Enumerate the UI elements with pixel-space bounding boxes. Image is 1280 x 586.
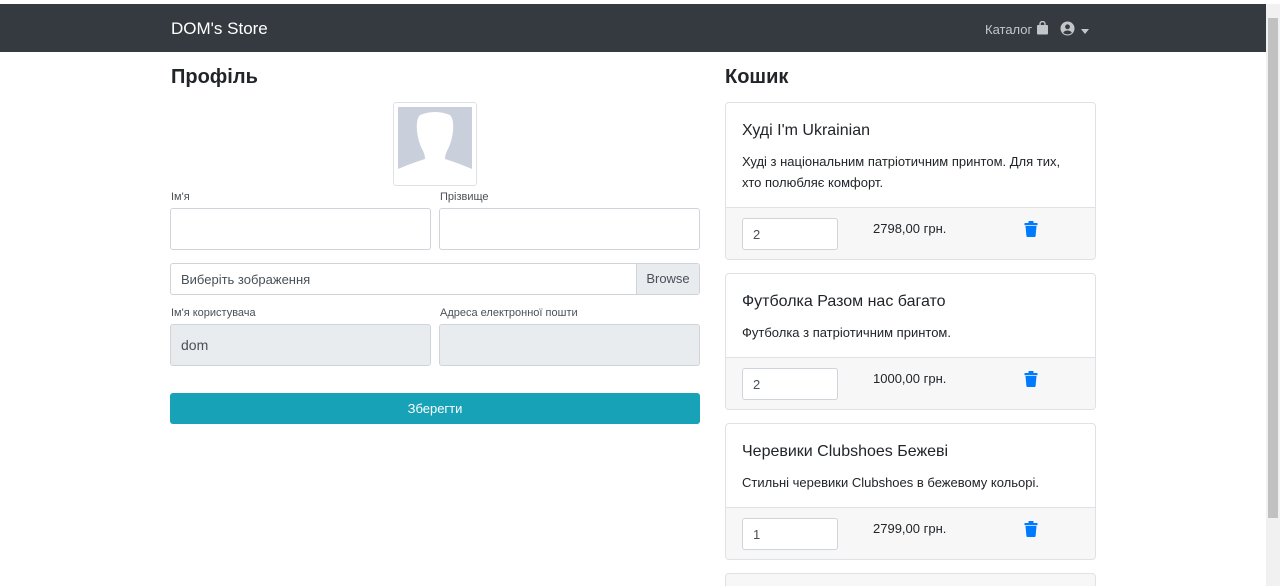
email-input[interactable]: [439, 324, 700, 366]
last-name-input[interactable]: [439, 208, 700, 250]
file-input-placeholder: Виберіть зображення: [181, 272, 311, 287]
quantity-input[interactable]: [742, 368, 838, 400]
user-circle-icon: [1060, 21, 1075, 41]
brand-link[interactable]: DOM's Store: [171, 19, 268, 39]
cart-item-title: Футболка Разом нас багато: [742, 293, 946, 310]
nav-catalog-link[interactable]: Каталог: [985, 20, 1049, 38]
cart-item: Худі I'm Ukrainian Худі з національним п…: [725, 102, 1096, 260]
cart-item: Черевики Clubshoes Бежеві Стильні череви…: [725, 423, 1096, 560]
cart-heading: Кошик: [725, 66, 789, 88]
quantity-input[interactable]: [742, 518, 838, 550]
first-name-label: Ім'я: [171, 191, 190, 203]
cart-item-description: Худі з національним патріотичним принтом…: [742, 154, 1061, 190]
trash-icon[interactable]: [1024, 221, 1038, 237]
shopping-bag-icon: [1036, 20, 1049, 38]
browse-button[interactable]: Browse: [636, 264, 699, 294]
trash-icon[interactable]: [1024, 371, 1038, 387]
trash-icon[interactable]: [1024, 521, 1038, 537]
quantity-input[interactable]: [742, 218, 838, 250]
navbar: DOM's Store Каталог: [0, 4, 1266, 52]
email-label: Адреса електронної пошти: [440, 307, 578, 319]
first-name-input[interactable]: [170, 208, 431, 250]
chevron-down-icon: [1081, 28, 1089, 34]
cart-item-footer: 2798,00 грн.: [726, 207, 1095, 259]
username-label: Ім'я користувача: [171, 307, 256, 319]
cart-item-footer: 2799,00 грн.: [726, 507, 1095, 559]
cart-item-description: Футболка з патріотичним принтом.: [742, 325, 951, 340]
cart-item-price: 2799,00 грн.: [873, 521, 947, 536]
username-input[interactable]: [170, 324, 431, 366]
nav-catalog-label: Каталог: [985, 22, 1033, 37]
save-button[interactable]: Зберегти: [170, 393, 700, 424]
scrollbar-thumb[interactable]: [1268, 18, 1278, 518]
user-menu-toggle[interactable]: [1060, 21, 1089, 41]
cart-item: Футболка Разом нас багато Футболка з пат…: [725, 273, 1096, 410]
cart-item-footer: 1000,00 грн.: [726, 357, 1095, 409]
avatar-placeholder-icon: [398, 107, 472, 181]
cart-summary-partial: [725, 573, 1096, 586]
cart-item-title: Худі I'm Ukrainian: [742, 122, 870, 139]
cart-item-title: Черевики Clubshoes Бежеві: [742, 443, 949, 460]
image-file-input[interactable]: Виберіть зображення Browse: [170, 263, 700, 295]
profile-heading: Профіль: [171, 66, 258, 88]
cart-item-price: 1000,00 грн.: [873, 371, 947, 386]
cart-item-description: Стильні черевики Clubshoes в бежевому ко…: [742, 475, 1039, 490]
cart-item-price: 2798,00 грн.: [873, 221, 947, 236]
last-name-label: Прізвище: [440, 191, 489, 203]
avatar: [393, 102, 477, 186]
